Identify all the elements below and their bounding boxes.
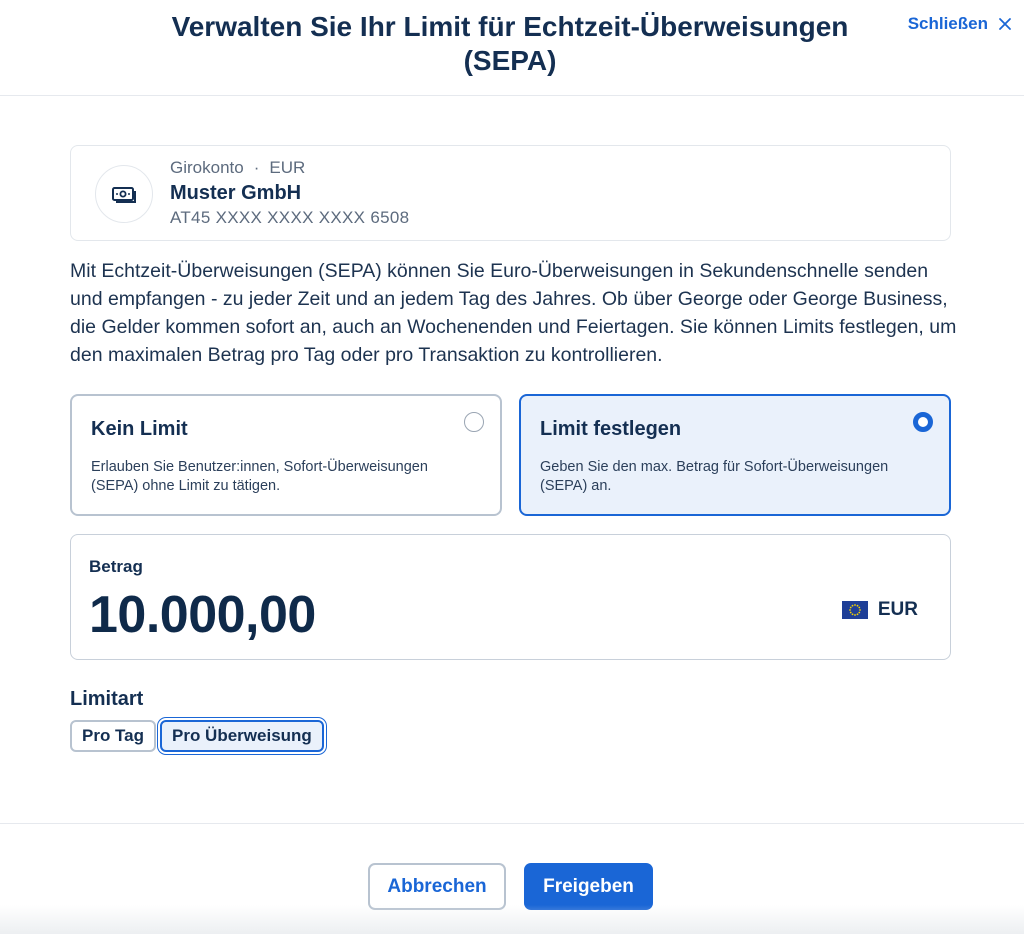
option-set-limit[interactable]: Limit festlegen Geben Sie den max. Betra…	[519, 394, 951, 516]
banknote-icon	[95, 165, 153, 223]
close-button[interactable]: Schließen	[908, 14, 1012, 34]
account-iban: AT45 XXXX XXXX XXXX 6508	[170, 208, 410, 227]
close-icon	[999, 18, 1011, 30]
currency-code: EUR	[877, 599, 918, 620]
bottom-fade	[0, 905, 1024, 934]
close-label: Schließen	[907, 14, 988, 33]
chip-per-day[interactable]: Pro Tag	[70, 720, 157, 752]
option-set-limit-title: Limit festlegen	[540, 418, 682, 440]
account-currency: EUR	[269, 158, 306, 177]
option-set-limit-text: Geben Sie den max. Betrag für Sofort-Übe…	[540, 459, 889, 494]
currency-selector: EUR	[841, 599, 918, 621]
account-meta: Girokonto · EUR	[170, 158, 305, 178]
meta-separator: ·	[253, 158, 260, 177]
eu-flag-icon	[841, 601, 868, 619]
radio-set-limit[interactable]	[913, 412, 933, 432]
cancel-button[interactable]: Abbrechen	[368, 863, 506, 910]
radio-no-limit[interactable]	[464, 412, 484, 432]
option-no-limit-text: Erlauben Sie Benutzer:innen, Sofort-Über…	[91, 459, 428, 494]
amount-field[interactable]: Betrag 10.000,00 EUR	[70, 534, 951, 660]
chip-per-transfer[interactable]: Pro Überweisung	[160, 720, 324, 752]
option-no-limit-title: Kein Limit	[91, 418, 188, 440]
footer-divider	[0, 823, 1024, 824]
dialog-header: Verwalten Sie Ihr Limit für Echtzeit-Übe…	[0, 0, 1024, 96]
submit-button[interactable]: Freigeben	[524, 863, 653, 910]
account-name: Muster GmbH	[170, 182, 302, 204]
option-no-limit[interactable]: Kein Limit Erlauben Sie Benutzer:innen, …	[70, 394, 502, 516]
account-type: Girokonto	[170, 158, 244, 177]
amount-label: Betrag	[89, 557, 143, 576]
limit-type-label: Limitart	[70, 688, 144, 710]
dialog-title: Verwalten Sie Ihr Limit für Echtzeit-Übe…	[171, 11, 849, 76]
description-text: Mit Echtzeit-Überweisungen (SEPA) können…	[70, 260, 957, 366]
amount-input[interactable]: 10.000,00	[89, 585, 316, 645]
account-card: Girokonto · EUR Muster GmbH AT45 XXXX XXXX…	[70, 145, 951, 241]
